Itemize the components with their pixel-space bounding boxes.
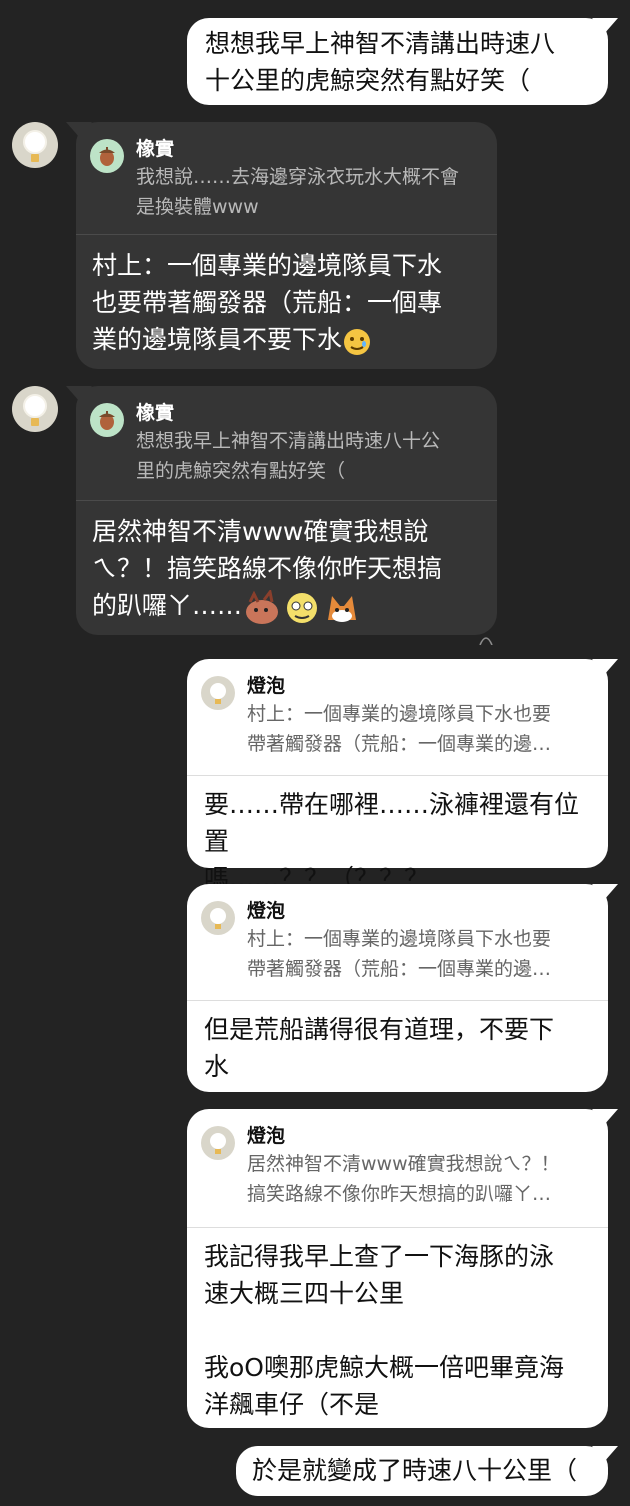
quote-text: 村上：一個專業的邊境隊員下水也要 帶著觸發器（荒船：一個專業的邊… (247, 703, 552, 755)
message-text: 但是荒船講得很有道理，不要下 水 (204, 1015, 555, 1081)
lightbulb-avatar-icon[interactable] (12, 122, 58, 168)
quote-sender-name: 橡實 (136, 138, 175, 160)
sticker-hedgehog (242, 587, 282, 630)
quote-text: 居然神智不清www確實我想說ㄟ？！ 搞笑路線不像你昨天想搞的趴囉ㄚ… (247, 1153, 560, 1205)
lightbulb-icon (201, 901, 235, 935)
quote-sender-name: 橡實 (136, 402, 175, 424)
quote-text: 想想我早上神智不清講出時速八十公 里的虎鯨突然有點好笑（ (136, 430, 441, 482)
incoming-message-3[interactable]: 橡實 想想我早上神智不清講出時速八十公 里的虎鯨突然有點好笑（ 居然神智不清ww… (66, 386, 497, 635)
reply-quote[interactable]: 燈泡 村上：一個專業的邊境隊員下水也要 帶著觸發器（荒船：一個專業的邊… (187, 659, 608, 775)
sticker-round-face (282, 590, 322, 630)
outgoing-message-1[interactable]: 想想我早上神智不清講出時速八 十公里的虎鯨突然有點好笑（ (187, 18, 618, 105)
lightbulb-icon (201, 1126, 235, 1160)
teary-smile-emoji (342, 327, 372, 361)
lightbulb-icon (201, 676, 235, 710)
outgoing-message-5[interactable]: 燈泡 村上：一個專業的邊境隊員下水也要 帶著觸發器（荒船：一個專業的邊… 但是荒… (187, 884, 618, 1092)
acorn-icon (90, 139, 124, 173)
quote-sender-name: 燈泡 (247, 900, 286, 922)
reply-quote[interactable]: 燈泡 居然神智不清www確實我想說ㄟ？！ 搞笑路線不像你昨天想搞的趴囉ㄚ… (187, 1109, 608, 1227)
quote-text: 我想說……去海邊穿泳衣玩水大概不會 是換裝體www (136, 166, 460, 218)
message-text: 我記得我早上查了一下海豚的泳 速大概三四十公里 我oO噢那虎鯨大概一倍吧畢竟海 … (204, 1242, 564, 1419)
outgoing-message-7[interactable]: 於是就變成了時速八十公里（ (236, 1446, 618, 1496)
reply-quote[interactable]: 橡實 我想說……去海邊穿泳衣玩水大概不會 是換裝體www (76, 122, 497, 234)
reply-quote[interactable]: 燈泡 村上：一個專業的邊境隊員下水也要 帶著觸發器（荒船：一個專業的邊… (187, 884, 608, 1000)
reply-quote[interactable]: 橡實 想想我早上神智不清講出時速八十公 里的虎鯨突然有點好笑（ (76, 386, 497, 500)
bubble-tail (592, 18, 618, 34)
incoming-message-2[interactable]: 橡實 我想說……去海邊穿泳衣玩水大概不會 是換裝體www 村上：一個專業的邊境隊… (66, 122, 497, 369)
acorn-icon (90, 403, 124, 437)
message-text: 村上：一個專業的邊境隊員下水 也要帶著觸發器（荒船：一個專 業的邊境隊員不要下水 (92, 251, 443, 354)
message-text: 於是就變成了時速八十公里（ (252, 1456, 578, 1485)
quote-sender-name: 燈泡 (247, 675, 286, 697)
outgoing-message-6[interactable]: 燈泡 居然神智不清www確實我想說ㄟ？！ 搞笑路線不像你昨天想搞的趴囉ㄚ… 我記… (187, 1109, 618, 1428)
sticker-fox (322, 590, 362, 630)
message-text: 想想我早上神智不清講出時速八 十公里的虎鯨突然有點好笑（ (205, 29, 556, 95)
reaction-marker-icon[interactable] (478, 633, 494, 645)
lightbulb-avatar-icon[interactable] (12, 386, 58, 432)
quote-sender-name: 燈泡 (247, 1125, 286, 1147)
bubble-tail (592, 1446, 618, 1462)
outgoing-message-4[interactable]: 燈泡 村上：一個專業的邊境隊員下水也要 帶著觸發器（荒船：一個專業的邊… 要……… (187, 659, 618, 893)
quote-text: 村上：一個專業的邊境隊員下水也要 帶著觸發器（荒船：一個專業的邊… (247, 928, 552, 980)
